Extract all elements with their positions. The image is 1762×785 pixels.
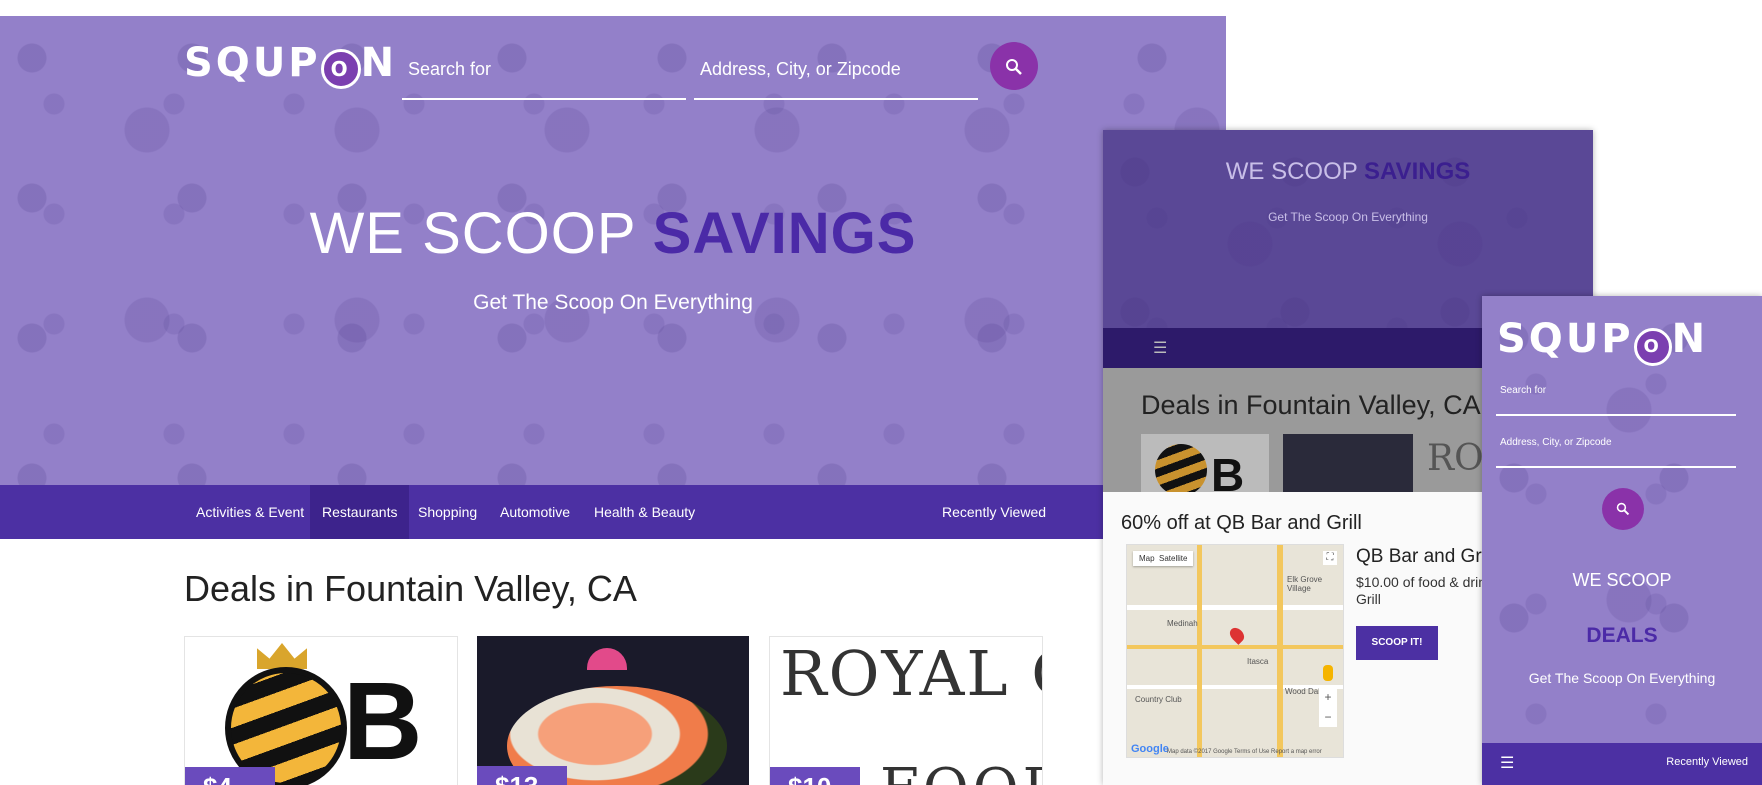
qb-logo-text: B [343,660,423,783]
zoom-in-button[interactable]: + [1319,687,1337,707]
mobile-headline-bold: DEALS [1586,624,1658,647]
logo-o-icon: O [1633,328,1672,366]
scoop-it-button[interactable]: SCOOP IT! [1356,626,1438,660]
logo-text-suffix: N [360,40,398,86]
headline-bold: SAVINGS [1364,158,1471,185]
nav-recently-viewed[interactable]: Recently Viewed [930,485,1058,539]
tablet-tagline: Get The Scoop On Everything [1268,210,1428,224]
bee-logo [1155,444,1207,492]
map-highway [1197,545,1202,757]
map-label: Itasca [1247,657,1269,666]
map-tab-satellite[interactable]: Satellite [1159,554,1187,563]
mobile-view: SQUP O N Search for Address, City, or Zipc… [1482,296,1762,785]
search-icon [1006,58,1022,75]
location-input[interactable]: Address, City, or Zipcode [1496,436,1736,468]
nav-recently-viewed[interactable]: Recently Viewed [1666,756,1748,768]
tablet-thumb-sushi[interactable] [1283,434,1413,492]
deal-price: $13 [477,766,567,785]
google-logo: Google [1131,743,1169,755]
map-label: Elk Grove Village [1287,575,1323,593]
nav-item-activities[interactable]: Activities & Event [184,485,316,539]
map-pin-icon[interactable] [1227,625,1247,645]
deal-price: $4 [185,767,275,785]
fullscreen-icon[interactable]: ⛶ [1323,551,1337,565]
desktop-view: SQUP O N Search for Address, City, or Zipc… [0,16,1226,785]
modal-title: 60% off at QB Bar and Grill [1121,512,1362,534]
search-button[interactable] [1602,488,1644,530]
map-highway [1127,645,1343,649]
search-input[interactable]: Search for [1496,384,1736,416]
hamburger-icon[interactable]: ☰ [1500,753,1514,773]
deal-price: $10 [770,767,860,785]
logo-o-icon: O [320,49,361,89]
search-input[interactable]: Search for [402,54,686,100]
hero-banner: SQUP O N Search for Address, City, or Zipc… [0,16,1226,485]
map-footer[interactable]: Map data ©2017 Google Terms of Use Repor… [1167,749,1322,755]
squpon-logo[interactable]: SQUP O N [184,40,397,89]
location-input[interactable]: Address, City, or Zipcode [694,54,978,100]
headline-bold: SAVINGS [652,201,917,266]
map-tab-map[interactable]: Map [1139,554,1155,563]
hamburger-icon[interactable]: ☰ [1153,338,1167,358]
logo-text-prefix: SQUP [184,40,321,86]
tablet-deals-title: Deals in Fountain Valley, CA [1141,390,1481,420]
category-nav: Activities & Event Restaurants Shopping … [0,485,1226,539]
nav-item-health-beauty[interactable]: Health & Beauty [582,485,707,539]
qb-logo-text: B [1211,449,1245,492]
map-type-tabs[interactable]: Map Satellite [1133,551,1194,566]
crown-icon [257,643,307,669]
search-button[interactable] [990,42,1038,90]
mobile-headline: WE SCOOP [1572,570,1672,590]
nav-item-automotive[interactable]: Automotive [488,485,582,539]
mobile-tagline: Get The Scoop On Everything [1528,670,1716,686]
map-road [1127,605,1343,610]
headline-light: WE SCOOP [309,201,653,266]
map-highway [1277,545,1283,757]
map-zoom-control[interactable]: + − [1319,687,1337,727]
map-label: Medinah [1167,619,1198,628]
royal-grill-logo: ROYAL GRILL [780,637,1042,710]
deal-card-qb[interactable]: B $4 [184,636,458,785]
headline-light: WE SCOOP [1225,158,1364,185]
hero-headline: WE SCOOP SAVINGS [0,200,1226,267]
zoom-out-button[interactable]: − [1319,707,1337,727]
deals-title: Deals in Fountain Valley, CA [184,568,637,609]
logo-text-prefix: SQUP [1497,316,1634,362]
logo-text-suffix: N [1671,316,1709,362]
nav-item-shopping[interactable]: Shopping [406,485,489,539]
deal-map[interactable]: Map Satellite ⛶ Medinah Itasca Country C… [1126,544,1344,758]
parasol-decoration [587,648,627,670]
venue-name: QB Bar and Grill [1356,546,1495,567]
food-text: FOOD [880,757,1042,785]
search-icon [1616,502,1630,515]
mobile-nav-bar: ☰ Recently Viewed [1482,743,1762,785]
hero-tagline: Get The Scoop On Everything [473,291,753,314]
deal-card-royal-grill[interactable]: ROYAL GRILL FOOD $10 [769,636,1043,785]
tablet-thumb-qb[interactable]: B [1141,434,1269,492]
squpon-logo[interactable]: SQUP O N [1497,316,1708,366]
map-label: Country Club [1135,695,1182,704]
nav-item-restaurants[interactable]: Restaurants [310,485,410,539]
pegman-icon[interactable] [1323,665,1333,681]
tablet-headline: WE SCOOP SAVINGS [1103,158,1593,186]
deal-card-sushi[interactable]: $13 [477,636,749,785]
